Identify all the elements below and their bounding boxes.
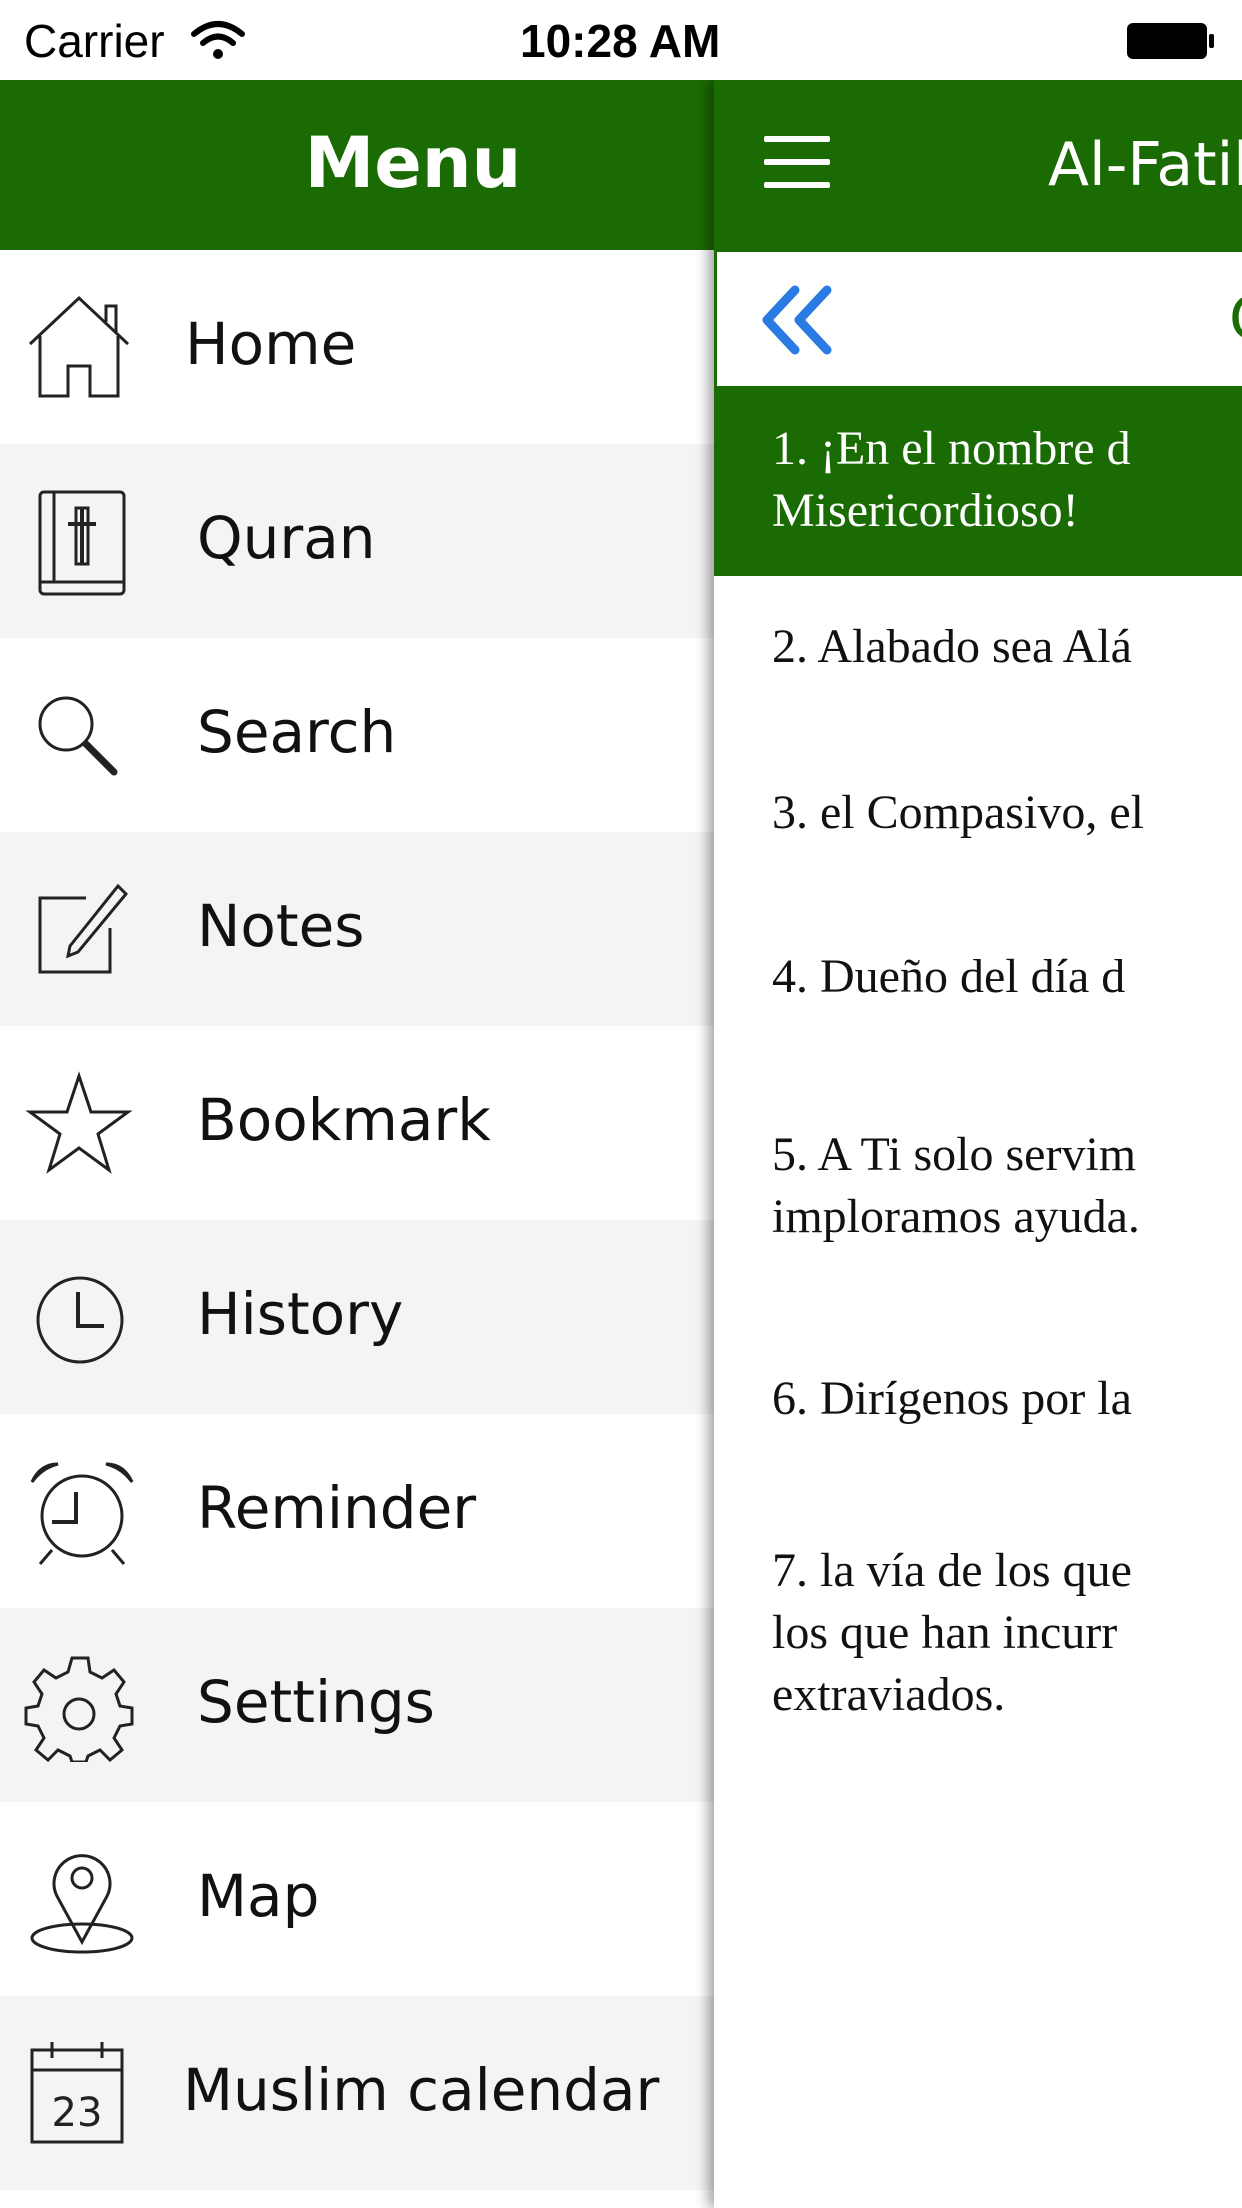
menu-item-history[interactable]: History <box>0 1220 714 1414</box>
verse-5[interactable]: 5. A Ti solo servim imploramos ayuda. <box>714 1076 1242 1326</box>
verse-7[interactable]: 7. la vía de los que los que han incurr … <box>714 1496 1242 1816</box>
calendar-day-number: 23 <box>52 2090 103 2136</box>
menu-item-quran[interactable]: Quran <box>0 444 714 638</box>
menu-label-muslim-calendar: Muslim calendar <box>183 2056 660 2124</box>
menu-item-muslim-calendar[interactable]: 23 Muslim calendar <box>0 1996 714 2190</box>
map-pin-icon <box>30 1854 134 1954</box>
menu-label-quran: Quran <box>197 504 376 572</box>
calendar-icon: 23 <box>30 2042 124 2144</box>
carrier-label: Carrier <box>24 15 165 67</box>
verse-4[interactable]: 4. Dueño del día d <box>714 906 1242 1076</box>
hamburger-menu-icon[interactable] <box>764 136 830 192</box>
menu-label-history: History <box>197 1280 404 1348</box>
menu-item-reminder[interactable]: Reminder <box>0 1414 714 1608</box>
menu-title: Menu <box>304 122 522 204</box>
navigation-bar: C <box>714 252 1242 386</box>
book-icon <box>38 490 126 596</box>
gear-icon <box>24 1656 134 1762</box>
menu-label-search: Search <box>197 698 397 766</box>
verse-3[interactable]: 3. el Compasivo, el <box>714 736 1242 906</box>
menu-item-notes[interactable]: Notes <box>0 832 714 1026</box>
sura-panel: Al-Fatih C 1. ¡En el nombre d Misericord… <box>714 80 1242 2208</box>
menu-item-bookmark[interactable]: Bookmark <box>0 1026 714 1220</box>
double-chevron-left-icon[interactable] <box>757 280 837 360</box>
menu-item-map[interactable]: Map <box>0 1802 714 1996</box>
menu-item-home[interactable]: Home <box>0 250 714 444</box>
wifi-icon <box>191 21 245 59</box>
status-bar: Carrier 10:28 AM <box>0 0 1242 80</box>
menu-label-map: Map <box>197 1862 320 1930</box>
verse-1[interactable]: 1. ¡En el nombre d Misericordioso! <box>714 386 1242 576</box>
menu-label-settings: Settings <box>197 1668 435 1736</box>
menu-label-reminder: Reminder <box>197 1474 477 1542</box>
verse-6[interactable]: 6. Dirígenos por la <box>714 1326 1242 1496</box>
navigation-title-partial: C <box>1229 284 1242 354</box>
home-icon <box>28 295 130 398</box>
menu-item-settings[interactable]: Settings <box>0 1608 714 1802</box>
clock-icon <box>36 1276 124 1364</box>
menu-item-search[interactable]: Search <box>0 638 714 832</box>
notes-icon <box>38 883 129 974</box>
battery-icon <box>1127 23 1214 59</box>
side-menu: Menu Home Quran Search Notes Bookmark Hi… <box>0 80 714 2208</box>
panel-header: Al-Fatih <box>714 80 1242 252</box>
clock-label: 10:28 AM <box>520 15 721 67</box>
menu-label-bookmark: Bookmark <box>197 1086 491 1154</box>
alarm-icon <box>30 1462 134 1565</box>
verse-2[interactable]: 2. Alabado sea Alá <box>714 576 1242 736</box>
menu-label-home: Home <box>185 310 357 378</box>
menu-header: Menu <box>0 80 714 250</box>
star-icon <box>25 1071 133 1174</box>
menu-label-notes: Notes <box>197 892 365 960</box>
sura-title: Al-Fatih <box>1048 130 1242 200</box>
search-icon <box>38 696 118 776</box>
